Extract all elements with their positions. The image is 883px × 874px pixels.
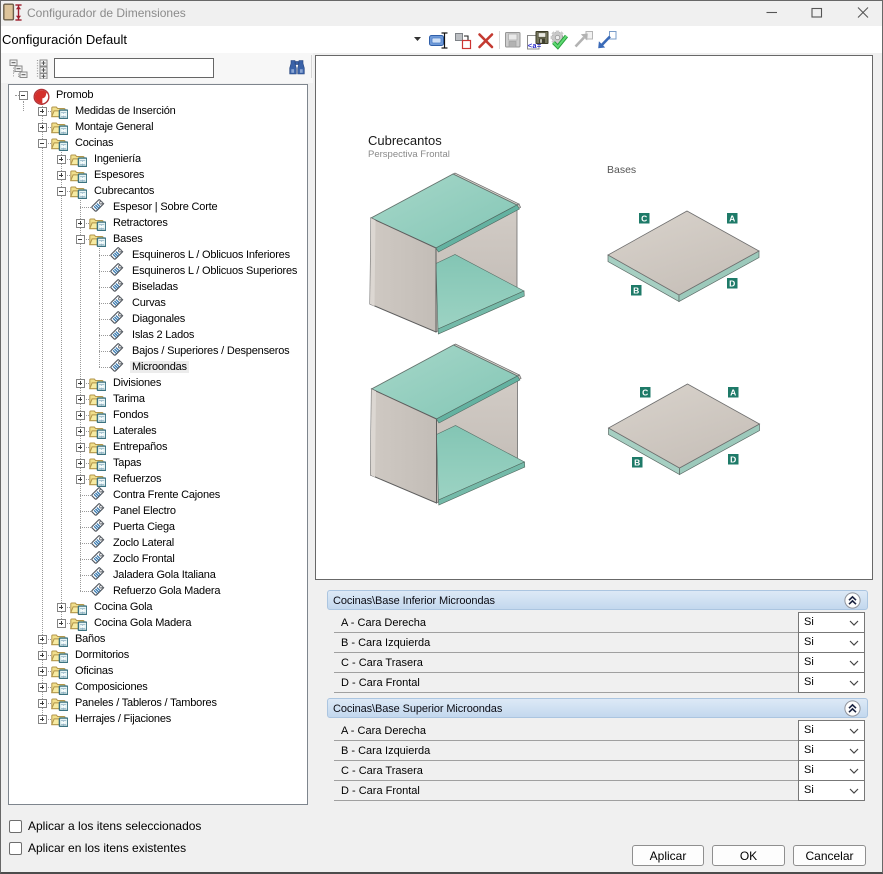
svg-text:B: B: [633, 285, 639, 295]
svg-text:<a=: <a=: [528, 43, 542, 51]
svg-text:A: A: [730, 387, 736, 397]
svg-text:D: D: [730, 454, 736, 464]
svg-text:Perspectiva Frontal: Perspectiva Frontal: [368, 149, 450, 160]
svg-text:Bases: Bases: [607, 164, 636, 176]
svg-text:C: C: [641, 213, 647, 223]
svg-text:Cubrecantos: Cubrecantos: [368, 133, 442, 148]
svg-text:C: C: [642, 387, 648, 397]
svg-text:A: A: [729, 213, 735, 223]
svg-text:B: B: [634, 457, 640, 467]
svg-text:D: D: [729, 278, 735, 288]
